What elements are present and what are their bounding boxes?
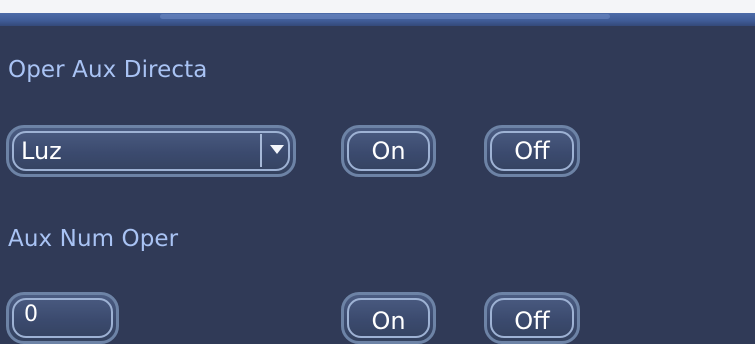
num-on-button-label: On [371,307,406,335]
num-off-button[interactable]: Off [484,292,580,344]
dropdown-selected-value: Luz [21,137,62,165]
direct-on-button-frame: On [347,131,430,171]
aux-num-oper-label: Aux Num Oper [8,226,179,252]
header-bar-highlight [160,14,610,19]
num-off-button-frame: Off [490,298,574,338]
direct-on-button-label: On [371,137,406,165]
num-off-button-label: Off [514,307,550,335]
direct-off-button-frame: Off [490,131,574,171]
num-on-button[interactable]: On [341,292,436,344]
top-border-strip [0,0,755,13]
dropdown-divider [260,134,262,167]
oper-aux-directa-label: Oper Aux Directa [8,57,208,83]
chevron-down-icon[interactable] [270,145,284,154]
aux-device-dropdown[interactable]: Luz [6,125,296,177]
aux-number-value: 0 [24,302,38,327]
direct-on-button[interactable]: On [341,125,436,177]
direct-off-button[interactable]: Off [484,125,580,177]
direct-off-button-label: Off [514,137,550,165]
aux-number-input[interactable]: 0 [6,292,119,344]
num-on-button-frame: On [347,298,430,338]
